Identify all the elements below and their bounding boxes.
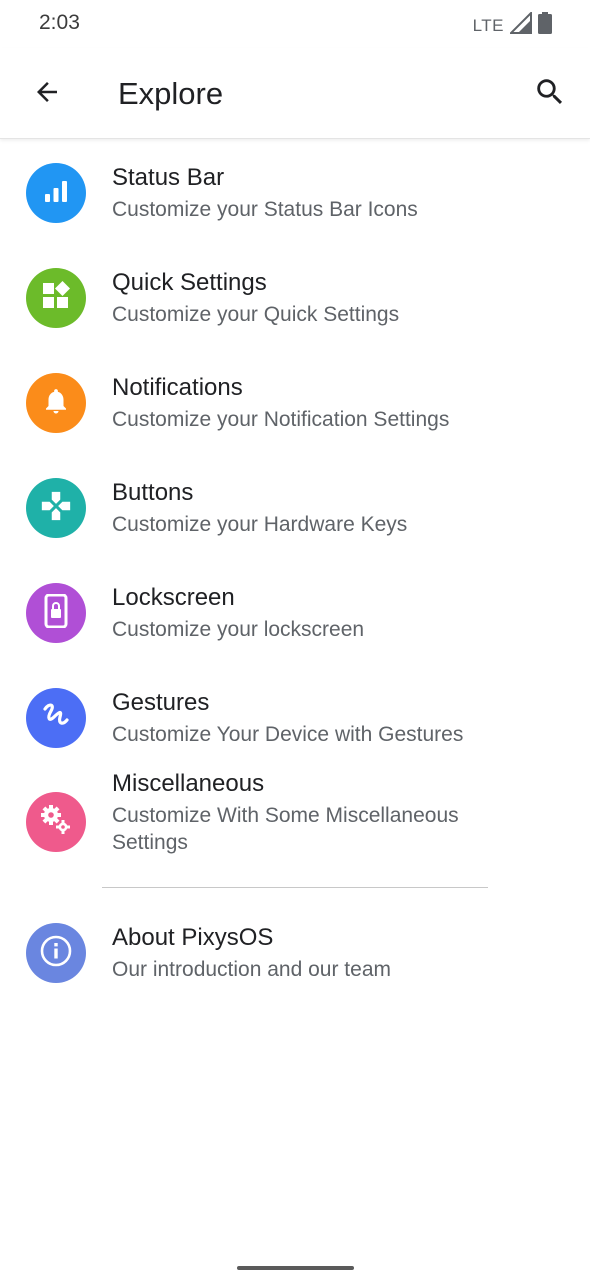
battery-icon	[538, 12, 552, 39]
status-bar-icon-circle	[26, 163, 86, 223]
item-title: Lockscreen	[112, 584, 235, 611]
item-title: About PixysOS	[112, 924, 274, 951]
navigation-handle[interactable]	[237, 1266, 354, 1270]
list-item-status-bar[interactable]: Status Bar Customize your Status Bar Ico…	[0, 139, 590, 244]
item-subtitle: Our introduction and our team	[112, 958, 391, 981]
network-type: LTE	[472, 15, 504, 35]
gears-icon	[38, 802, 74, 843]
item-subtitle: Customize your Status Bar Icons	[112, 198, 418, 221]
item-title: Status Bar	[112, 164, 225, 191]
list-item-miscellaneous[interactable]: Miscellaneous Customize With Some Miscel…	[0, 769, 590, 889]
buttons-icon-circle	[26, 478, 86, 538]
item-subtitle: Customize your Quick Settings	[112, 303, 400, 326]
search-button[interactable]	[530, 74, 570, 114]
list-item-notifications[interactable]: Notifications Customize your Notificatio…	[0, 349, 590, 454]
notifications-icon-circle	[26, 373, 86, 433]
lockscreen-icon-circle	[26, 583, 86, 643]
item-subtitle: Customize your lockscreen	[112, 618, 365, 641]
info-icon	[39, 934, 73, 973]
list-item-about[interactable]: About PixysOS Our introduction and our t…	[0, 903, 590, 1008]
tiles-icon	[41, 280, 71, 316]
item-title: Quick Settings	[112, 269, 267, 296]
signal-bars-icon	[43, 179, 69, 208]
status-bar: 2:03 LTE	[0, 0, 590, 48]
divider	[102, 887, 488, 888]
item-title: Gestures	[112, 689, 210, 716]
item-subtitle: Customize your Notification Settings	[112, 408, 450, 431]
search-icon	[533, 75, 567, 114]
item-subtitle: Customize Your Device with Gestures	[112, 723, 464, 746]
gamepad-icon	[39, 489, 73, 528]
list-item-gestures[interactable]: Gestures Customize Your Device with Gest…	[0, 664, 590, 769]
back-button[interactable]	[27, 74, 67, 114]
list-item-lockscreen[interactable]: Lockscreen Customize your lockscreen	[0, 559, 590, 664]
gestures-icon-circle	[26, 688, 86, 748]
gesture-icon	[40, 700, 72, 737]
miscellaneous-icon-circle	[26, 792, 86, 852]
item-title: Notifications	[112, 374, 243, 401]
status-time: 2:03	[39, 11, 80, 34]
about-icon-circle	[26, 923, 86, 983]
arrow-back-icon	[32, 77, 62, 112]
settings-list: Status Bar Customize your Status Bar Ico…	[0, 139, 590, 983]
status-indicators: LTE	[472, 10, 552, 39]
page-title: Explore	[118, 76, 224, 111]
list-item-buttons[interactable]: Buttons Customize your Hardware Keys	[0, 454, 590, 559]
item-subtitle: Customize With Some Miscellaneous Settin…	[112, 804, 459, 854]
signal-icon	[508, 10, 532, 39]
bell-icon	[41, 385, 71, 422]
list-item-quick-settings[interactable]: Quick Settings Customize your Quick Sett…	[0, 244, 590, 349]
phone-lock-icon	[43, 593, 69, 633]
item-subtitle: Customize your Hardware Keys	[112, 513, 408, 536]
quick-settings-icon-circle	[26, 268, 86, 328]
item-title: Miscellaneous	[112, 770, 265, 797]
app-bar: Explore	[0, 48, 590, 139]
item-title: Buttons	[112, 479, 194, 506]
